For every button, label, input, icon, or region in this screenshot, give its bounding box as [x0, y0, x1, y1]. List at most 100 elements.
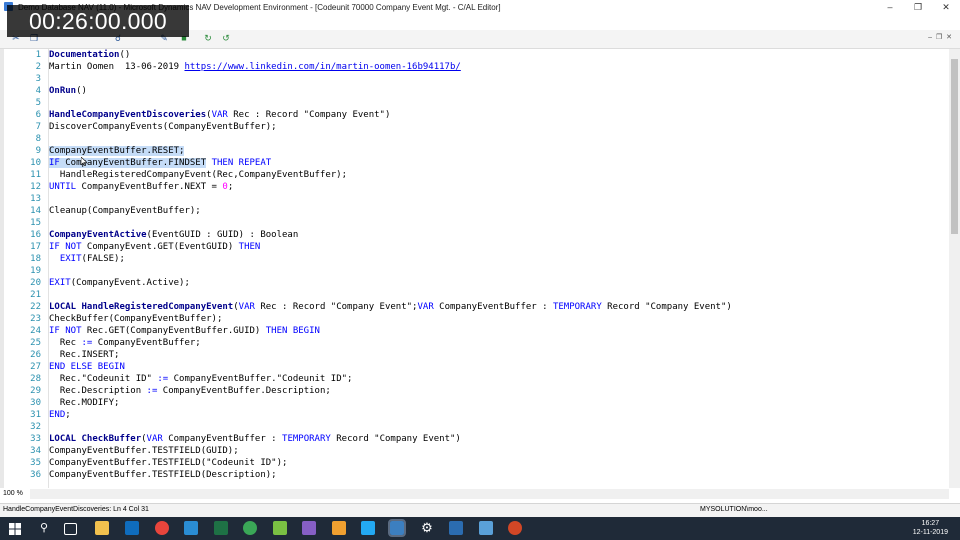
- code-text[interactable]: Rec."Codeunit ID" := CompanyEventBuffer.…: [49, 373, 353, 385]
- zoom-level[interactable]: 100 %: [3, 490, 23, 497]
- code-line[interactable]: 22 LOCAL HandleRegisteredCompanyEvent(VAR…: [4, 301, 944, 313]
- chrome-icon[interactable]: [155, 521, 169, 535]
- code-text[interactable]: LOCAL CheckBuffer(VAR CompanyEventBuffer…: [49, 433, 461, 445]
- code-text[interactable]: CompanyEventBuffer.RESET;: [49, 145, 185, 157]
- code-line[interactable]: 8: [4, 133, 944, 145]
- code-text[interactable]: IF NOT CompanyEvent.GET(EventGUID) THEN: [49, 241, 260, 253]
- code-text[interactable]: LOCAL HandleRegisteredCompanyEvent(VAR R…: [49, 301, 732, 313]
- code-editor[interactable]: 1 Documentation() 2 Martin Oomen 13-06-2019…: [0, 49, 953, 488]
- powerbi-icon[interactable]: [449, 521, 463, 535]
- vscode-icon[interactable]: [361, 521, 375, 535]
- code-line[interactable]: 15: [4, 217, 944, 229]
- code-text[interactable]: EXIT(CompanyEvent.Active);: [49, 277, 190, 289]
- code-text[interactable]: Martin Oomen 13-06-2019 https://www.link…: [49, 61, 461, 73]
- vertical-scrollbar[interactable]: [949, 49, 960, 488]
- run-icon[interactable]: ↻: [202, 32, 214, 44]
- code-line[interactable]: 5: [4, 97, 944, 109]
- code-line[interactable]: 27 END ELSE BEGIN: [4, 361, 944, 373]
- code-line[interactable]: 26 Rec.INSERT;: [4, 349, 944, 361]
- app-icon-orange[interactable]: [332, 521, 346, 535]
- code-text[interactable]: CompanyEventActive(EventGUID : GUID) : B…: [49, 229, 298, 241]
- code-text[interactable]: HandleCompanyEventDiscoveries(VAR Rec : …: [49, 109, 390, 121]
- code-text[interactable]: DiscoverCompanyEvents(CompanyEventBuffer…: [49, 121, 277, 133]
- code-text[interactable]: Rec.Description := CompanyEventBuffer.De…: [49, 385, 331, 397]
- code-token: VAR: [146, 434, 163, 444]
- code-line[interactable]: 23 CheckBuffer(CompanyEventBuffer);: [4, 313, 944, 325]
- code-line[interactable]: 34 CompanyEventBuffer.TESTFIELD(GUID);: [4, 445, 944, 457]
- line-number: 10: [30, 158, 41, 168]
- code-text[interactable]: EXIT(FALSE);: [49, 253, 125, 265]
- code-line[interactable]: 10 IF CompanyEventBuffer.FINDSET THEN REP…: [4, 157, 944, 169]
- code-text[interactable]: END ELSE BEGIN: [49, 361, 125, 373]
- nav-dev-env-icon[interactable]: [388, 519, 406, 537]
- code-line[interactable]: 24 IF NOT Rec.GET(CompanyEventBuffer.GUID…: [4, 325, 944, 337]
- start-button[interactable]: [9, 522, 21, 535]
- code-line[interactable]: 14 Cleanup(CompanyEventBuffer);: [4, 205, 944, 217]
- close-button[interactable]: ✕: [932, 0, 960, 14]
- dynamics-icon[interactable]: [184, 521, 198, 535]
- code-text[interactable]: CompanyEventBuffer.TESTFIELD(GUID);: [49, 445, 239, 457]
- code-text[interactable]: Documentation(): [49, 49, 130, 61]
- excel-icon[interactable]: [214, 521, 228, 535]
- debug-icon[interactable]: ↺: [220, 32, 232, 44]
- code-text[interactable]: UNTIL CompanyEventBuffer.NEXT = 0;: [49, 181, 233, 193]
- file-explorer-icon[interactable]: [95, 521, 109, 535]
- code-token: CompanyEventBuffer.Description;: [157, 386, 331, 396]
- code-text[interactable]: Rec := CompanyEventBuffer;: [49, 337, 201, 349]
- code-line[interactable]: 32: [4, 421, 944, 433]
- code-text[interactable]: CheckBuffer(CompanyEventBuffer);: [49, 313, 222, 325]
- code-line[interactable]: 21: [4, 289, 944, 301]
- code-line[interactable]: 29 Rec.Description := CompanyEventBuffer…: [4, 385, 944, 397]
- code-line[interactable]: 2 Martin Oomen 13-06-2019 https://www.lin…: [4, 61, 944, 73]
- code-text[interactable]: Rec.INSERT;: [49, 349, 120, 361]
- code-line[interactable]: 6 HandleCompanyEventDiscoveries(VAR Rec :…: [4, 109, 944, 121]
- code-text[interactable]: CompanyEventBuffer.TESTFIELD("Codeunit I…: [49, 457, 287, 469]
- mdi-window-buttons[interactable]: – ❐ ✕: [928, 33, 952, 41]
- code-line[interactable]: 7 DiscoverCompanyEvents(CompanyEventBuffe…: [4, 121, 944, 133]
- code-text[interactable]: Rec.MODIFY;: [49, 397, 120, 409]
- code-line[interactable]: 16 CompanyEventActive(EventGUID : GUID) :…: [4, 229, 944, 241]
- horizontal-scrollbar[interactable]: [30, 489, 949, 499]
- taskbar-clock[interactable]: 16:27 12-11-2019: [913, 519, 948, 537]
- minimize-button[interactable]: –: [876, 0, 904, 14]
- code-text[interactable]: Cleanup(CompanyEventBuffer);: [49, 205, 201, 217]
- code-line[interactable]: 18 EXIT(FALSE);: [4, 253, 944, 265]
- code-text[interactable]: IF NOT Rec.GET(CompanyEventBuffer.GUID) …: [49, 325, 320, 337]
- code-line[interactable]: 36 CompanyEventBuffer.TESTFIELD(Descripti…: [4, 469, 944, 481]
- code-line[interactable]: 1 Documentation(): [4, 49, 944, 61]
- code-token: CompanyEventBuffer :: [433, 302, 553, 312]
- task-view-icon[interactable]: [64, 523, 77, 535]
- settings-gear-icon[interactable]: ⚙: [420, 521, 434, 535]
- powerpoint-icon[interactable]: [508, 521, 522, 535]
- visual-studio-icon[interactable]: [302, 521, 316, 535]
- notepad-icon[interactable]: [273, 521, 287, 535]
- code-line[interactable]: 4 OnRun(): [4, 85, 944, 97]
- code-line[interactable]: 30 Rec.MODIFY;: [4, 397, 944, 409]
- vertical-scroll-thumb[interactable]: [951, 59, 958, 234]
- search-icon[interactable]: ⚲: [37, 521, 51, 535]
- app-icon-cube[interactable]: [479, 521, 493, 535]
- code-line[interactable]: 3: [4, 73, 944, 85]
- code-text[interactable]: CompanyEventBuffer.TESTFIELD(Description…: [49, 469, 277, 481]
- status-bar: HandleCompanyEventDiscoveries: Ln 4 Col …: [0, 503, 960, 517]
- line-number: 32: [30, 422, 41, 432]
- code-token: CompanyEventBuffer.RESET;: [49, 146, 185, 156]
- code-text[interactable]: HandleRegisteredCompanyEvent(Rec,Company…: [49, 169, 347, 181]
- code-line[interactable]: 35 CompanyEventBuffer.TESTFIELD("Codeunit…: [4, 457, 944, 469]
- code-line[interactable]: 13: [4, 193, 944, 205]
- code-line[interactable]: 17 IF NOT CompanyEvent.GET(EventGUID) THE…: [4, 241, 944, 253]
- outlook-icon[interactable]: [125, 521, 139, 535]
- code-line[interactable]: 31 END;: [4, 409, 944, 421]
- code-text[interactable]: END;: [49, 409, 71, 421]
- code-line[interactable]: 12 UNTIL CompanyEventBuffer.NEXT = 0;: [4, 181, 944, 193]
- code-line[interactable]: 11 HandleRegisteredCompanyEvent(Rec,Comp…: [4, 169, 944, 181]
- code-line[interactable]: 9 CompanyEventBuffer.RESET;: [4, 145, 944, 157]
- maximize-button[interactable]: ❐: [904, 0, 932, 14]
- code-line[interactable]: 20 EXIT(CompanyEvent.Active);: [4, 277, 944, 289]
- code-line[interactable]: 19: [4, 265, 944, 277]
- code-text[interactable]: OnRun(): [49, 85, 87, 97]
- code-line[interactable]: 25 Rec := CompanyEventBuffer;: [4, 337, 944, 349]
- code-line[interactable]: 28 Rec."Codeunit ID" := CompanyEventBuff…: [4, 373, 944, 385]
- chat-icon[interactable]: [243, 521, 257, 535]
- code-line[interactable]: 33 LOCAL CheckBuffer(VAR CompanyEventBuff…: [4, 433, 944, 445]
